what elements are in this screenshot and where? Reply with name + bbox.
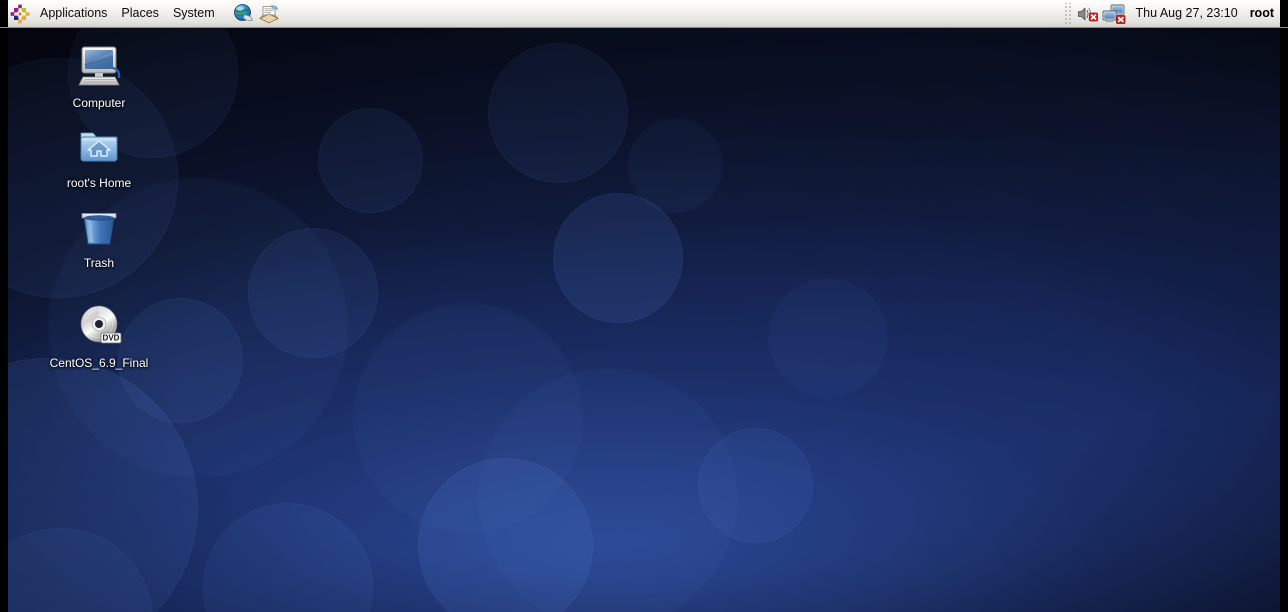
launcher-email-client[interactable] <box>256 1 282 27</box>
svg-text:DVD: DVD <box>103 334 120 343</box>
desktop-icon-home[interactable]: root's Home <box>44 120 154 191</box>
screen-root: Computer root's Home Trash DVD CentOS_6.… <box>0 0 1288 612</box>
launcher-web-browser[interactable] <box>230 1 256 27</box>
tray-network-disconnected[interactable] <box>1101 2 1127 26</box>
menu-system[interactable]: System <box>166 0 222 27</box>
panel-clock[interactable]: Thu Aug 27, 23:10 <box>1127 0 1247 27</box>
desktop-icon-label: CentOS_6.9_Final <box>49 356 149 370</box>
desktop-wallpaper[interactable]: Computer root's Home Trash DVD CentOS_6.… <box>8 28 1280 612</box>
desktop-icon-label: Trash <box>83 256 115 270</box>
home-folder-icon <box>73 120 125 172</box>
computer-monitor-icon <box>73 40 125 92</box>
menu-applications[interactable]: Applications <box>33 0 114 27</box>
desktop-icon-dvd[interactable]: DVD CentOS_6.9_Final <box>44 300 154 371</box>
desktop-icon-computer[interactable]: Computer <box>44 40 154 111</box>
notification-area-grip[interactable] <box>1062 2 1072 25</box>
centos-logo-icon[interactable] <box>10 4 30 24</box>
trash-bin-icon <box>73 200 125 252</box>
top-panel: Applications Places System Thu Aug 27, 2… <box>0 0 1288 28</box>
dvd-disc-icon: DVD <box>73 300 125 352</box>
desktop-icon-label: Computer <box>72 96 126 110</box>
desktop-icon-label: root's Home <box>66 176 132 190</box>
panel-right-section: Thu Aug 27, 23:10 root <box>1062 0 1288 27</box>
panel-left-section: Applications Places System <box>0 0 282 27</box>
desktop-icon-trash[interactable]: Trash <box>44 200 154 271</box>
panel-username[interactable]: root <box>1247 0 1280 27</box>
tray-volume-muted[interactable] <box>1075 2 1101 26</box>
menu-places[interactable]: Places <box>114 0 166 27</box>
